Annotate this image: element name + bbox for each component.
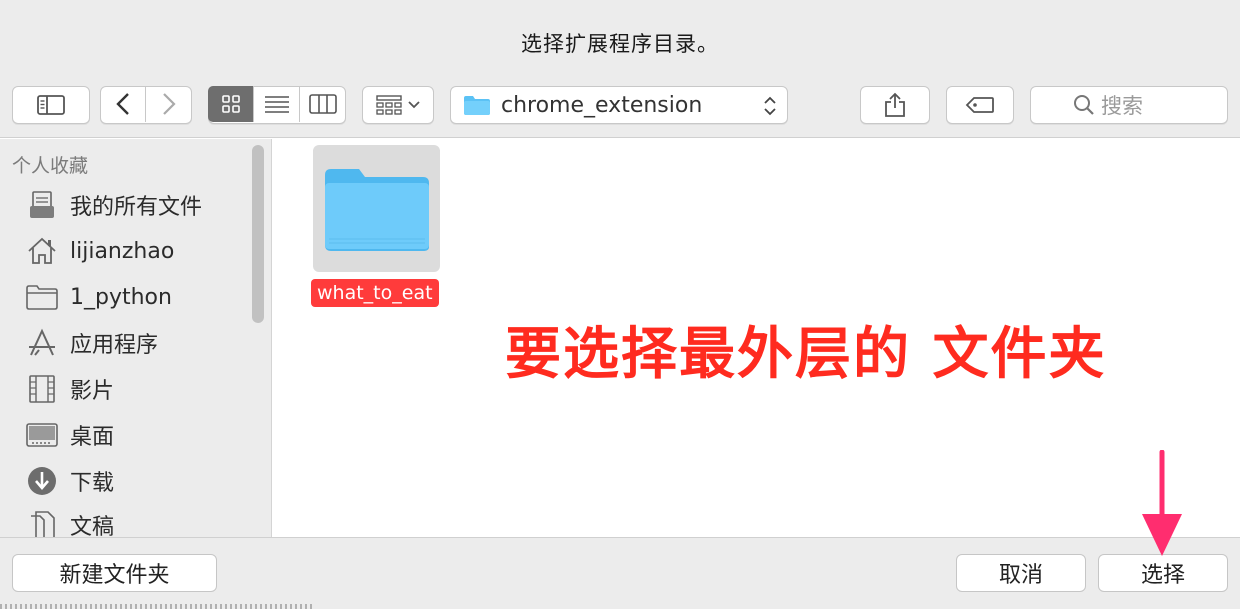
sidebar-item-desktop[interactable]: 桌面 xyxy=(24,415,254,455)
folder-icon xyxy=(24,279,60,315)
arrange-icon xyxy=(376,95,402,115)
folder-icon xyxy=(323,165,431,257)
sidebar-item-downloads[interactable]: 下载 xyxy=(24,461,254,501)
downloads-icon xyxy=(24,463,60,499)
sidebar-item-label: 应用程序 xyxy=(70,333,159,358)
columns-icon xyxy=(309,94,337,114)
cancel-button[interactable]: 取消 xyxy=(956,554,1086,592)
sidebar: 个人收藏 我的所有文件 lijianzhao 1_python 应用程序 影片 … xyxy=(0,139,272,537)
window-title: 选择扩展程序目录。 xyxy=(521,32,719,56)
desktop-icon xyxy=(24,417,60,453)
path-popup[interactable]: chrome_extension xyxy=(450,86,788,124)
sidebar-item-all-files[interactable]: 我的所有文件 xyxy=(24,185,254,225)
path-label: chrome_extension xyxy=(501,92,703,118)
sidebar-item-home[interactable]: lijianzhao xyxy=(24,231,254,271)
sidebar-item-label: lijianzhao xyxy=(70,238,175,264)
sidebar-item-label: 影片 xyxy=(70,379,115,404)
dotted-divider xyxy=(0,604,312,609)
annotation-text: 要选择最外层的 文件夹 xyxy=(505,322,1107,387)
sidebar-item-label: 文稿 xyxy=(70,515,115,537)
arrange-menu-button[interactable] xyxy=(362,86,434,124)
sidebar-item-label: 下载 xyxy=(70,471,115,496)
chevron-down-icon xyxy=(408,101,420,109)
view-mode-control xyxy=(208,86,346,124)
chevron-right-icon xyxy=(162,92,176,116)
forward-button[interactable] xyxy=(146,86,192,122)
all-files-icon xyxy=(24,187,60,223)
home-icon xyxy=(24,233,60,269)
tag-icon xyxy=(965,96,995,114)
history-nav xyxy=(100,86,192,124)
sidebar-icon xyxy=(37,95,65,115)
icon-view-button[interactable] xyxy=(208,86,254,122)
sidebar-item-documents[interactable]: 文稿 xyxy=(24,505,254,537)
sidebar-section-favorites: 个人收藏 xyxy=(12,155,89,177)
tag-button[interactable] xyxy=(946,86,1014,124)
share-icon xyxy=(884,92,906,118)
applications-icon xyxy=(24,325,60,361)
folder-item-what-to-eat[interactable] xyxy=(313,145,440,272)
window-titlebar: 选择扩展程序目录。 chrome_extension 搜索 xyxy=(0,0,1240,138)
sidebar-item-movies[interactable]: 影片 xyxy=(24,369,254,409)
grid-icon xyxy=(221,95,240,113)
search-field[interactable]: 搜索 xyxy=(1030,86,1228,124)
sidebar-item-label: 我的所有文件 xyxy=(70,195,203,220)
movies-icon xyxy=(24,371,60,407)
sidebar-scrollbar[interactable] xyxy=(252,145,264,323)
column-view-button[interactable] xyxy=(300,86,346,122)
search-icon xyxy=(1073,94,1095,116)
updown-chevron-icon xyxy=(763,95,777,117)
annotation-arrow-icon xyxy=(1138,449,1186,564)
sidebar-item-label: 1_python xyxy=(70,284,172,310)
list-icon xyxy=(264,95,290,113)
sidebar-item-applications[interactable]: 应用程序 xyxy=(24,323,254,363)
chevron-left-icon xyxy=(115,92,130,116)
new-folder-button[interactable]: 新建文件夹 xyxy=(12,554,217,592)
folder-icon xyxy=(463,94,491,116)
documents-icon xyxy=(24,507,60,537)
sidebar-item-label: 桌面 xyxy=(70,425,115,450)
back-button[interactable] xyxy=(100,86,146,122)
list-view-button[interactable] xyxy=(254,86,300,122)
sidebar-item-1-python[interactable]: 1_python xyxy=(24,277,254,317)
share-button[interactable] xyxy=(860,86,930,124)
dialog-footer: 新建文件夹 取消 选择 xyxy=(0,537,1240,609)
folder-name-label[interactable]: what_to_eat xyxy=(311,279,439,307)
file-browser: what_to_eat 要选择最外层的 文件夹 xyxy=(273,139,1240,537)
sidebar-toggle-button[interactable] xyxy=(12,86,90,124)
search-placeholder: 搜索 xyxy=(1101,94,1143,118)
